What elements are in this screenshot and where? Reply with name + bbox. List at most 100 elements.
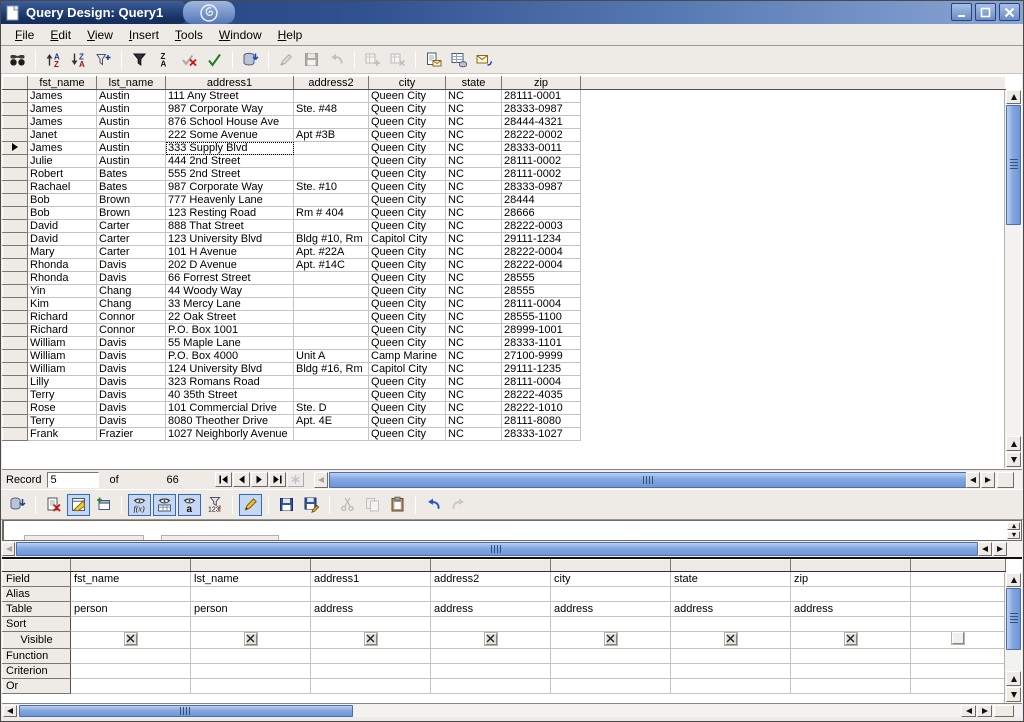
grid-cell[interactable]: 55 Maple Lane [166,337,294,350]
table-name-button[interactable] [153,494,176,516]
vscroll-thumb[interactable] [1006,105,1021,225]
grid-cell[interactable]: NC [446,220,502,233]
design-scroll-up-2[interactable] [1006,671,1021,686]
grid-cell[interactable] [294,376,369,389]
grid-cell[interactable]: 28222-4035 [502,389,581,402]
grid-cell[interactable]: Queen City [369,116,446,129]
grid-cell[interactable]: Queen City [369,168,446,181]
design-cell-sort[interactable] [71,617,191,632]
design-cell-sort[interactable] [791,617,911,632]
design-cell-criterion[interactable] [431,664,551,679]
grid-cell[interactable]: Queen City [369,103,446,116]
grid-cell[interactable]: NC [446,259,502,272]
grid-cell[interactable] [294,285,369,298]
scroll-up-button-2[interactable] [1006,436,1021,451]
next-record-button[interactable] [251,472,268,487]
design-row-label-function[interactable]: Function [3,649,71,664]
grid-cell[interactable]: James [28,90,97,103]
grid-cell[interactable]: James [28,103,97,116]
design-cell-sort[interactable] [191,617,311,632]
menu-window[interactable]: Window [211,26,270,44]
row-header[interactable] [3,142,28,155]
grid-cell[interactable] [294,311,369,324]
grid-cell[interactable] [294,428,369,441]
run-query-button[interactable] [6,494,29,516]
grid-cell[interactable]: NC [446,103,502,116]
design-row-label-alias[interactable]: Alias [3,587,71,602]
grid-cell[interactable]: Queen City [369,90,446,103]
design-cell-field[interactable]: lst_name [191,572,311,587]
design-cell-function[interactable] [431,649,551,664]
grid-cell[interactable]: Frazier [97,428,166,441]
grid-cell[interactable]: NC [446,428,502,441]
grid-cell[interactable]: Rose [28,402,97,415]
grid-cell[interactable]: Brown [97,207,166,220]
row-header[interactable] [3,376,28,389]
design-cell-alias[interactable] [431,587,551,602]
grid-cell[interactable]: P.O. Box 4000 [166,350,294,363]
grid-cell[interactable] [294,194,369,207]
grid-cell[interactable]: Queen City [369,402,446,415]
grid-cell[interactable]: 28222-1010 [502,402,581,415]
visible-checkbox[interactable] [365,633,377,645]
grid-cell[interactable]: Davis [97,389,166,402]
grid-cell[interactable]: 44 Woody Way [166,285,294,298]
design-cell-alias[interactable] [671,587,791,602]
data-grid-vscrollbar[interactable] [1004,90,1021,468]
design-column-head-0[interactable] [71,560,191,572]
grid-cell[interactable]: NC [446,285,502,298]
grid-cell[interactable]: 123 University Blvd [166,233,294,246]
grid-cell[interactable]: 28111-0002 [502,155,581,168]
design-cell-table[interactable]: address [671,602,791,617]
design-cell-function[interactable] [551,649,671,664]
grid-cell[interactable]: Capitol City [369,233,446,246]
grid-cell[interactable]: Kim [28,298,97,311]
grid-cell[interactable]: Queen City [369,298,446,311]
design-cell-or[interactable] [431,679,551,694]
design-cell-sort[interactable] [431,617,551,632]
grid-cell[interactable]: Queen City [369,194,446,207]
design-cell-function[interactable] [911,649,1006,664]
grid-cell[interactable]: NC [446,155,502,168]
grid-cell[interactable]: Ste. #10 [294,181,369,194]
design-cell-table[interactable]: person [71,602,191,617]
grid-cell[interactable]: 1027 Neighborly Avenue [166,428,294,441]
grid-cell[interactable]: Bldg #16, Rm [294,363,369,376]
grid-cell[interactable]: Davis [97,272,166,285]
design-cell-or[interactable] [791,679,911,694]
grid-cell[interactable] [294,168,369,181]
design-cell-alias[interactable] [191,587,311,602]
design-cell-table[interactable]: address [791,602,911,617]
grid-cell[interactable]: Richard [28,311,97,324]
grid-cell[interactable]: 222 Some Avenue [166,129,294,142]
design-cell-field[interactable]: zip [791,572,911,587]
menu-tools[interactable]: Tools [167,26,211,44]
grid-cell[interactable]: Bates [97,168,166,181]
row-header[interactable] [3,285,28,298]
scroll-down-button[interactable] [1006,452,1021,467]
save-button[interactable] [275,494,298,516]
column-header-city[interactable]: city [369,77,446,90]
grid-cell[interactable]: Queen City [369,181,446,194]
grid-cell[interactable]: Apt. 4E [294,415,369,428]
grid-cell[interactable]: 28555 [502,272,581,285]
grid-cell[interactable]: 27100-9999 [502,350,581,363]
row-header[interactable] [3,246,28,259]
grid-cell[interactable]: Bob [28,194,97,207]
mail-merge-button[interactable] [472,49,495,71]
grid-cell[interactable]: Carter [97,246,166,259]
design-cell-criterion[interactable] [191,664,311,679]
grid-cell[interactable]: 28333-0987 [502,181,581,194]
apply-filter-button[interactable] [203,49,226,71]
grid-cell[interactable]: NC [446,233,502,246]
grid-cell[interactable]: 28111-0001 [502,90,581,103]
grid-cell[interactable]: Camp Marine [369,350,446,363]
pane-scroll-down[interactable] [1007,531,1020,539]
column-header-address2[interactable]: address2 [294,77,369,90]
design-cell-function[interactable] [791,649,911,664]
design-scroll-down[interactable] [1006,687,1021,702]
grid-cell[interactable]: Austin [97,90,166,103]
grid-cell[interactable]: 28222-0004 [502,259,581,272]
grid-cell[interactable]: 124 University Blvd [166,363,294,376]
design-cell-or[interactable] [551,679,671,694]
